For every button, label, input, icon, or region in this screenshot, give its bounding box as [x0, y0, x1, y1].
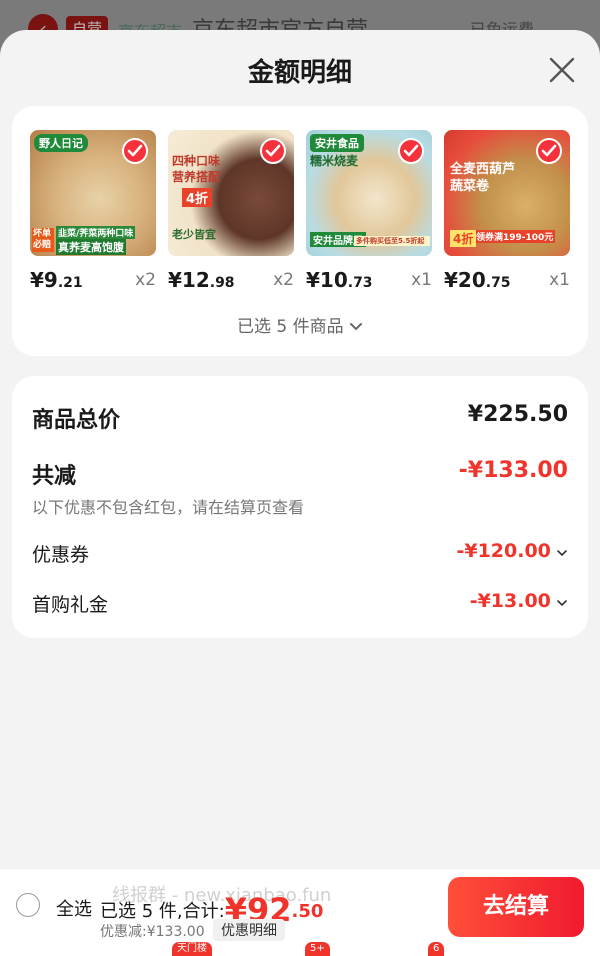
coupon-value: -¥120.00 — [456, 540, 551, 562]
coupon-row[interactable]: 优惠券 -¥120.00 — [32, 540, 568, 568]
product-flavor-label: 蔬菜卷 — [450, 179, 490, 194]
product-price: ¥9.21 — [30, 268, 83, 292]
product-price: ¥12.98 — [168, 268, 235, 292]
selected-check-icon[interactable] — [122, 138, 148, 164]
tab-bar: 天门楼 5+ 6 — [0, 942, 600, 956]
select-all-label[interactable]: 全选 — [56, 895, 92, 921]
total-reduction-row: 共减 -¥133.00 — [32, 458, 568, 489]
chevron-down-icon — [349, 317, 363, 337]
amount-detail-sheet: 金额明细 野人日记 韭菜/荠菜两种口味 真荞麦高饱腹 坏单必赔 ¥9.21 x2… — [0, 30, 600, 956]
product-side-tag: 4折 — [450, 230, 477, 247]
tab-badge: 6 — [428, 942, 445, 956]
total-price-cents: .50 — [291, 901, 324, 922]
product-flavor-label: 韭菜/荠菜两种口味 — [56, 226, 136, 239]
product-price: ¥10.73 — [306, 268, 373, 292]
product-item[interactable]: 野人日记 韭菜/荠菜两种口味 真荞麦高饱腹 坏单必赔 ¥9.21 x2 — [30, 130, 156, 292]
product-quantity: x2 — [273, 270, 294, 290]
tab-badge: 天门楼 — [172, 942, 212, 956]
selected-check-icon[interactable] — [260, 138, 286, 164]
product-item[interactable]: 全麦西葫芦 蔬菜卷 领券满199-100元 4折 ¥20.75 x1 — [444, 130, 570, 292]
product-quantity: x1 — [549, 270, 570, 290]
products-card: 野人日记 韭菜/荠菜两种口味 真荞麦高饱腹 坏单必赔 ¥9.21 x2 四种口味… — [12, 106, 588, 356]
product-image[interactable]: 全麦西葫芦 蔬菜卷 领券满199-100元 4折 — [444, 130, 570, 256]
selected-check-icon[interactable] — [536, 138, 562, 164]
product-slogan-label: 真荞麦高饱腹 — [56, 239, 126, 255]
product-slogan-label: 领券满199-100元 — [474, 230, 556, 243]
product-slogan-label: 老少皆宜 — [172, 228, 216, 241]
reduction-note: 以下优惠不包含红包，请在结算页查看 — [32, 498, 305, 517]
product-side-tag: 4折 — [182, 188, 213, 207]
checkout-button[interactable]: 去结算 — [448, 877, 584, 937]
product-quantity: x1 — [411, 270, 432, 290]
product-item[interactable]: 安井食品 糯米烧麦 安井品牌周 多件购买低至5.5折起 ¥10.73 x1 — [306, 130, 432, 292]
selected-count-label: 已选 5 件商品 — [236, 317, 344, 337]
product-brand-label: 四种口味 — [172, 154, 221, 168]
summary-prefix: 已选 5 件,合计: — [100, 901, 225, 922]
product-image[interactable]: 四种口味 营养搭配 老少皆宜 4折 — [168, 130, 294, 256]
product-quantity: x2 — [135, 270, 156, 290]
total-reduction-label: 共减 — [32, 464, 77, 489]
close-icon[interactable] — [544, 52, 580, 88]
gift-value-wrap: -¥13.00 — [470, 590, 568, 612]
sheet-title: 金额明细 — [247, 58, 352, 88]
product-price: ¥20.75 — [444, 268, 511, 292]
goods-total-row: 商品总价 ¥225.50 — [32, 402, 568, 433]
chevron-down-icon — [556, 542, 568, 561]
selected-count-toggle[interactable]: 已选 5 件商品 — [12, 312, 588, 337]
selected-check-icon[interactable] — [398, 138, 424, 164]
total-reduction-value: -¥133.00 — [458, 458, 568, 483]
product-item[interactable]: 四种口味 营养搭配 老少皆宜 4折 ¥12.98 x2 — [168, 130, 294, 292]
discount-summary: 优惠减:¥133.00 — [100, 924, 205, 940]
goods-total-value: ¥225.50 — [467, 402, 568, 427]
product-side-tag: 多件购买低至5.5折起 — [354, 236, 430, 246]
first-purchase-gift-label: 首购礼金 — [32, 594, 109, 616]
product-side-tag: 坏单必赔 — [32, 228, 54, 252]
coupon-label: 优惠券 — [32, 544, 90, 566]
discount-detail-button[interactable]: 优惠明细 — [213, 919, 285, 941]
product-flavor-label: 糯米烧麦 — [310, 154, 359, 168]
pricing-card: 商品总价 ¥225.50 共减 -¥133.00 以下优惠不包含红包，请在结算页… — [12, 376, 588, 638]
tab-badge: 5+ — [305, 942, 330, 956]
chevron-down-icon — [556, 592, 568, 611]
product-brand-label: 安井食品 — [310, 134, 364, 152]
first-purchase-gift-row[interactable]: 首购礼金 -¥13.00 — [32, 590, 568, 618]
coupon-value-wrap: -¥120.00 — [456, 540, 568, 562]
product-image[interactable]: 安井食品 糯米烧麦 安井品牌周 多件购买低至5.5折起 — [306, 130, 432, 256]
product-brand-label: 野人日记 — [34, 134, 88, 152]
product-flavor-label: 营养搭配 — [172, 170, 221, 184]
goods-total-label: 商品总价 — [32, 408, 121, 433]
first-purchase-gift-value: -¥13.00 — [469, 590, 551, 612]
select-all-radio[interactable] — [16, 893, 40, 917]
product-image[interactable]: 野人日记 韭菜/荠菜两种口味 真荞麦高饱腹 坏单必赔 — [30, 130, 156, 256]
